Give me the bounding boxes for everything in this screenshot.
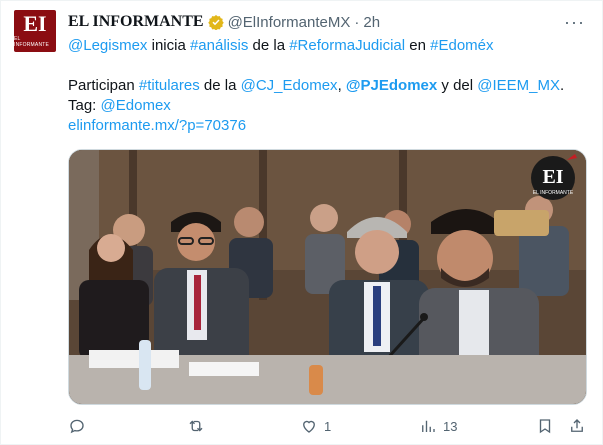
share-button[interactable] — [568, 414, 586, 438]
mention-cj-edomex[interactable]: @CJ_Edomex — [241, 77, 338, 94]
bookmark-button[interactable] — [536, 414, 554, 438]
hashtag-reforma-judicial[interactable]: #ReformaJudicial — [289, 37, 405, 54]
mention-ieem-mx[interactable]: @IEEM_MX — [477, 77, 560, 94]
mention-edomex[interactable]: @Edomex — [101, 97, 171, 114]
verified-badge-icon — [207, 15, 224, 30]
retweet-button[interactable] — [187, 414, 211, 438]
text-segment: inicia — [147, 37, 190, 54]
avatar[interactable]: EI EL INFORMANTE — [14, 10, 56, 52]
mention-legismex[interactable]: @Legismex — [68, 37, 147, 54]
hashtag-titulares[interactable]: #titulares — [139, 77, 200, 94]
bookmark-icon — [539, 419, 551, 434]
article-link[interactable]: elinformante.mx/?p=70376 — [68, 117, 246, 134]
tweet-header: EL INFORMANTE @ElInformanteMX · 2h — [68, 12, 380, 32]
tweet-photo[interactable]: EI EL INFORMANTE — [68, 149, 587, 405]
like-button[interactable]: 1 — [300, 414, 331, 438]
photo-scene: EI EL INFORMANTE — [69, 150, 586, 404]
text-segment: Participan — [68, 77, 139, 94]
author-handle[interactable]: @ElInformanteMX — [228, 14, 351, 31]
heart-icon — [303, 420, 315, 433]
like-count: 1 — [324, 418, 332, 434]
text-segment: y del — [437, 77, 478, 94]
share-icon — [571, 419, 583, 432]
avatar-logo-text: EI — [23, 11, 47, 36]
reply-icon — [70, 419, 84, 434]
views-count: 13 — [443, 418, 458, 434]
hashtag-analisis[interactable]: #análisis — [190, 37, 248, 54]
text-segment: Tag: — [68, 97, 101, 114]
avatar-logo-subtext: EL INFORMANTE — [14, 36, 50, 48]
author-name[interactable]: EL INFORMANTE — [68, 13, 204, 31]
tweet-line-1: @Legismex inicia #análisis de la #Reform… — [68, 36, 588, 56]
media-logo-subtext: EL INFORMANTE — [533, 190, 574, 196]
reply-button[interactable] — [68, 414, 92, 438]
retweet-icon — [189, 420, 203, 432]
separator-dot: · — [354, 13, 360, 31]
text-segment: , — [337, 77, 346, 94]
mention-pj-edomex[interactable]: @PJEdomex — [346, 77, 437, 94]
tweet-line-2: Participan #titulares de la @CJ_Edomex, … — [68, 76, 588, 96]
text-segment: de la — [248, 37, 290, 54]
text-segment: en — [405, 37, 431, 54]
hashtag-edomex[interactable]: #Edoméx — [430, 37, 493, 54]
tweet-time[interactable]: 2h — [363, 14, 380, 31]
text-segment: . — [560, 77, 565, 94]
media-logo-text: EI — [542, 166, 563, 188]
views-button[interactable]: 13 — [419, 414, 457, 438]
more-options-icon[interactable]: ··· — [564, 12, 585, 33]
text-segment: de la — [199, 77, 241, 94]
tweet-line-4: elinformante.mx/?p=70376 — [68, 116, 588, 136]
views-chart-icon — [422, 420, 435, 432]
tweet-line-3: Tag: @Edomex — [68, 96, 588, 116]
tweet-text: @Legismex inicia #análisis de la #Reform… — [68, 36, 588, 136]
action-bar: 1 13 — [0, 414, 603, 438]
